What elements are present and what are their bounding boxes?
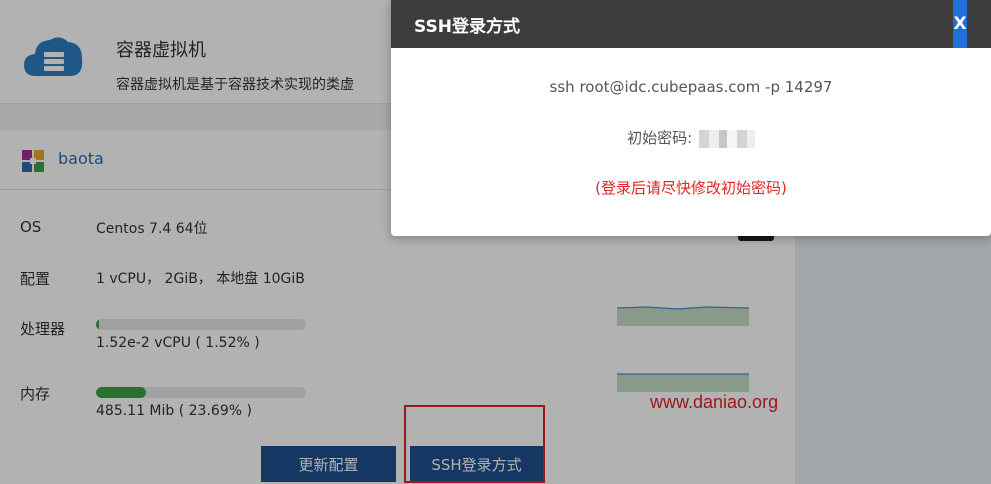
- modal-header: SSH登录方式 X: [391, 0, 991, 48]
- ssh-command: ssh root@idc.cubepaas.com -p 14297: [549, 78, 833, 96]
- modal-title: SSH登录方式: [414, 17, 520, 37]
- password-row: 初始密码:: [391, 127, 991, 148]
- password-redacted: [698, 129, 755, 148]
- password-warning: (登录后请尽快修改初始密码): [595, 179, 787, 197]
- password-label: 初始密码:: [627, 129, 693, 147]
- close-button[interactable]: X: [953, 0, 967, 48]
- ssh-login-modal: SSH登录方式 X ssh root@idc.cubepaas.com -p 1…: [391, 0, 991, 236]
